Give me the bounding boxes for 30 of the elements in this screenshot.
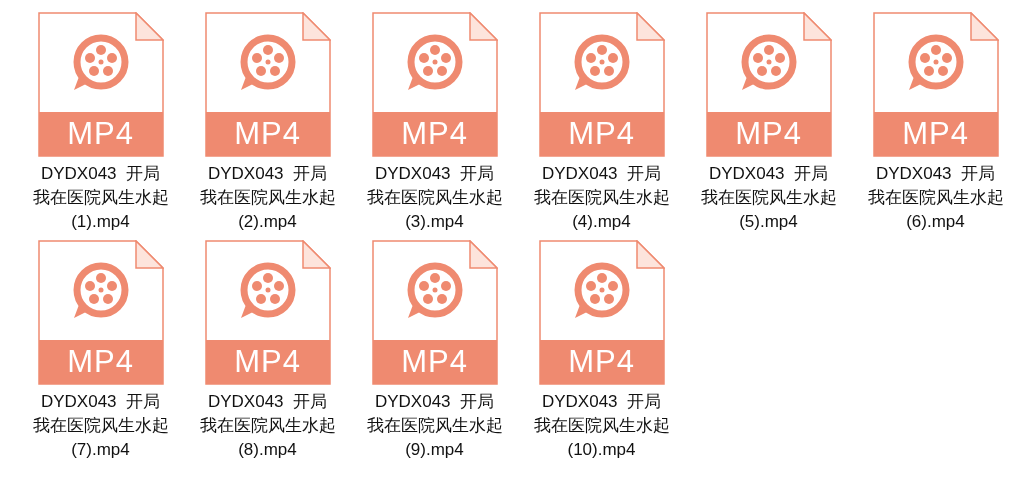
video-file-icon: [37, 240, 164, 385]
file-name[interactable]: DYDX043 开局我在医院风生水起 (1).mp4: [32, 162, 169, 234]
file-name[interactable]: DYDX043 开局我在医院风生水起 (10).mp4: [533, 390, 670, 462]
video-file-icon: [204, 12, 331, 157]
file-type-label: MP4: [66, 115, 135, 153]
video-file-icon: [705, 12, 832, 157]
video-file-icon: [371, 240, 498, 385]
file-type-label: MP4: [400, 343, 469, 381]
file-type-label: MP4: [734, 115, 803, 153]
file-name[interactable]: DYDX043 开局我在医院风生水起 (5).mp4: [700, 162, 837, 234]
file-name[interactable]: DYDX043 开局我在医院风生水起 (7).mp4: [32, 390, 169, 462]
file-type-label: MP4: [233, 115, 302, 153]
video-file-icon: [538, 240, 665, 385]
file-type-label: MP4: [66, 343, 135, 381]
file-name[interactable]: DYDX043 开局我在医院风生水起 (6).mp4: [867, 162, 1004, 234]
file-type-label: MP4: [567, 343, 636, 381]
video-file-icon: [538, 12, 665, 157]
file-type-label: MP4: [901, 115, 970, 153]
file-type-label: MP4: [567, 115, 636, 153]
video-file-icon: [872, 12, 999, 157]
video-file-icon: [37, 12, 164, 157]
file-name[interactable]: DYDX043 开局我在医院风生水起 (9).mp4: [366, 390, 503, 462]
file-name[interactable]: DYDX043 开局我在医院风生水起 (3).mp4: [366, 162, 503, 234]
video-file-icon: [204, 240, 331, 385]
video-file-icon: [371, 12, 498, 157]
file-type-label: MP4: [400, 115, 469, 153]
file-name[interactable]: DYDX043 开局我在医院风生水起 (2).mp4: [199, 162, 336, 234]
file-name[interactable]: DYDX043 开局我在医院风生水起 (8).mp4: [199, 390, 336, 462]
file-name[interactable]: DYDX043 开局我在医院风生水起 (4).mp4: [533, 162, 670, 234]
file-type-label: MP4: [233, 343, 302, 381]
